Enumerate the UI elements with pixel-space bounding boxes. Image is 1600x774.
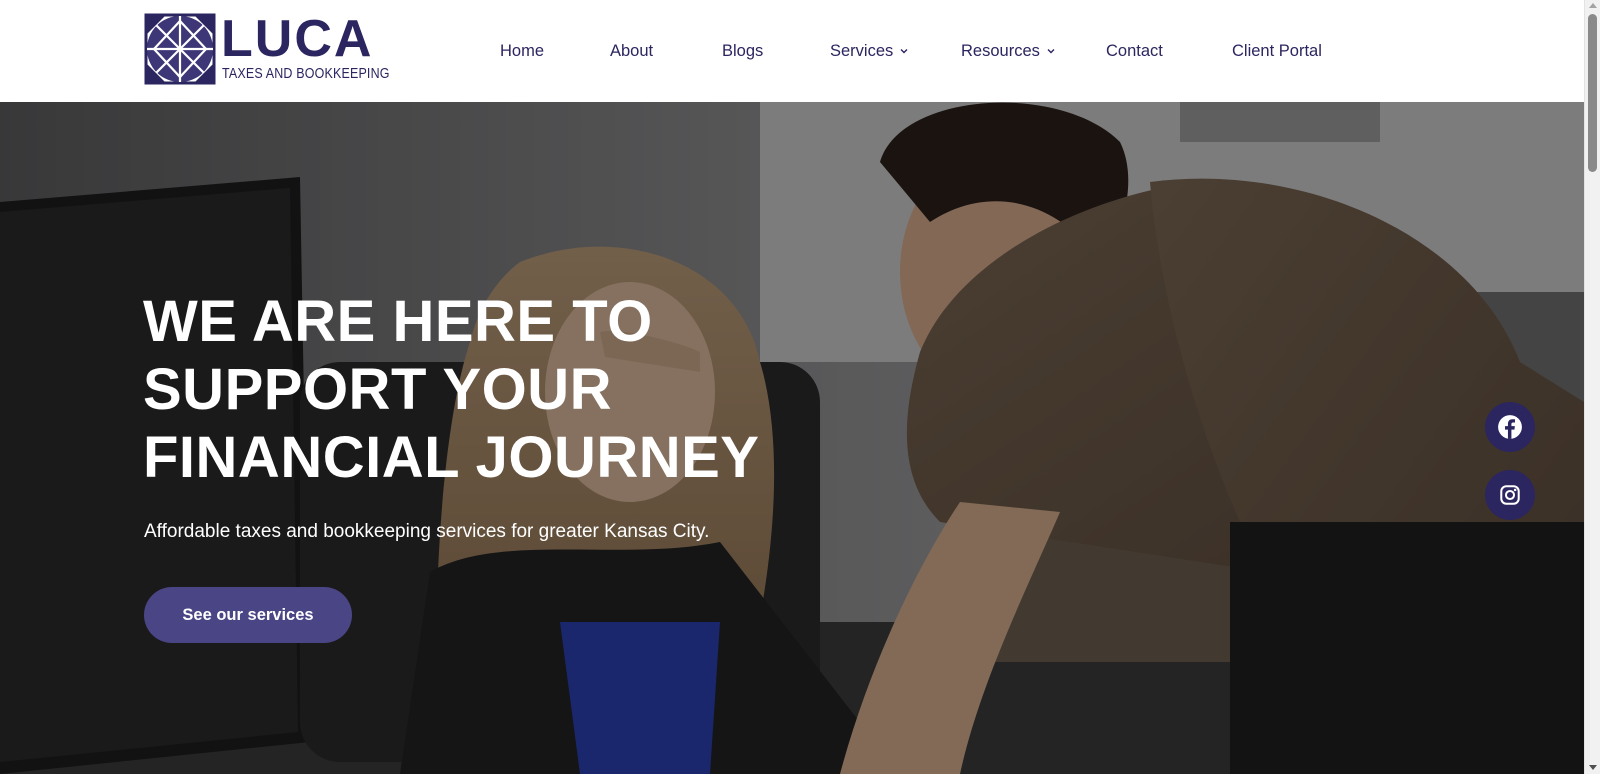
page-scrollbar[interactable]: [1584, 0, 1600, 774]
nav-item-home[interactable]: Home: [500, 0, 544, 102]
nav-item-client-portal[interactable]: Client Portal: [1232, 0, 1322, 102]
nav-item-blogs[interactable]: Blogs: [722, 0, 763, 102]
nav-item-services[interactable]: Services: [830, 0, 909, 102]
scroll-down-arrow-icon[interactable]: [1589, 765, 1597, 770]
nav-item-label: Home: [500, 41, 545, 60]
site-header: LUCA TAXES AND BOOKKEEPING Home About Bl…: [0, 0, 1584, 102]
instagram-icon: [1500, 485, 1520, 505]
hero-title-line-2: SUPPORT YOUR: [143, 357, 613, 422]
hero-title-line-1: WE ARE HERE TO: [143, 289, 653, 354]
facebook-icon: [1498, 415, 1522, 439]
hero-title: WE ARE HERE TO SUPPORT YOUR FINANCIAL JO…: [143, 288, 863, 492]
nav-item-contact[interactable]: Contact: [1106, 0, 1163, 102]
nav-item-label: Resources: [961, 41, 1040, 60]
scrollbar-thumb[interactable]: [1588, 14, 1597, 172]
nav-item-resources[interactable]: Resources: [961, 0, 1056, 102]
brand-logo[interactable]: LUCA TAXES AND BOOKKEEPING: [144, 10, 389, 85]
chevron-down-icon: [900, 49, 908, 54]
hero-title-line-3: FINANCIAL JOURNEY: [143, 425, 760, 490]
nav-item-label: About: [610, 41, 654, 60]
nav-item-label: Contact: [1106, 41, 1163, 60]
brand-name: LUCA: [221, 10, 374, 68]
see-our-services-button[interactable]: See our services: [144, 587, 352, 643]
nav-item-label: Blogs: [722, 41, 764, 60]
hero-section: WE ARE HERE TO SUPPORT YOUR FINANCIAL JO…: [0, 102, 1584, 774]
nav-item-label: Client Portal: [1232, 41, 1322, 60]
instagram-link[interactable]: [1485, 470, 1535, 520]
scroll-up-arrow-icon[interactable]: [1589, 3, 1597, 8]
nav-item-about[interactable]: About: [610, 0, 653, 102]
hero-subtitle: Affordable taxes and bookkeeping service…: [144, 521, 710, 542]
brand-tagline: TAXES AND BOOKKEEPING: [222, 66, 390, 82]
compass-star-logo-icon: [144, 13, 216, 85]
nav-item-label: Services: [830, 41, 894, 60]
facebook-link[interactable]: [1485, 402, 1535, 452]
chevron-down-icon: [1047, 49, 1055, 54]
